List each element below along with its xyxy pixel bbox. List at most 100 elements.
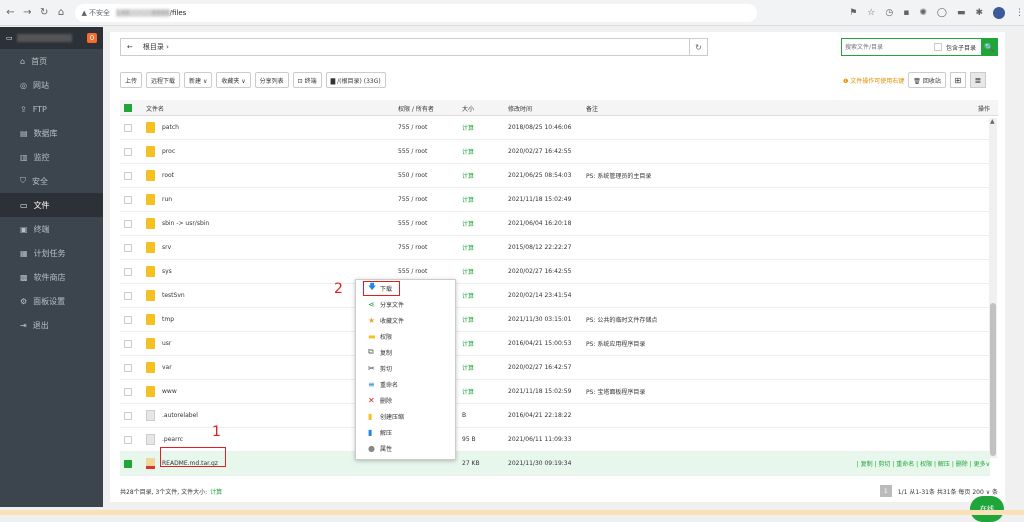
col-perm[interactable]: 权限 / 所有者: [398, 104, 434, 113]
sidebar-item[interactable]: ⛉ 安全: [0, 169, 103, 193]
sidebar-item[interactable]: ▦ 计划任务: [0, 241, 103, 265]
extension-icon[interactable]: ▪: [903, 8, 909, 18]
file-size[interactable]: 计算: [462, 332, 474, 355]
context-menu-item[interactable]: ⧉ 复制: [356, 344, 455, 360]
toolbar-button[interactable]: 分享列表: [254, 72, 289, 88]
scroll-up-icon[interactable]: ▲: [990, 118, 995, 125]
toolbar-button[interactable]: 新建 ∨: [184, 72, 213, 88]
file-name[interactable]: .autorelabel: [162, 404, 198, 427]
toolbar-button[interactable]: ⊡ 终端: [292, 72, 322, 88]
file-perm[interactable]: 550 / root: [398, 164, 427, 187]
context-menu-item[interactable]: ★ 收藏文件: [356, 312, 455, 328]
search-input[interactable]: [842, 39, 928, 55]
file-size[interactable]: 计算: [462, 380, 474, 403]
notification-badge[interactable]: 0: [87, 33, 97, 43]
row-checkbox[interactable]: [124, 195, 132, 204]
file-name[interactable]: tmp: [162, 308, 174, 331]
scrollbar-thumb[interactable]: [990, 303, 996, 456]
table-row[interactable]: .pearrc 95 B 2021/06/11 11:09:33: [120, 428, 990, 452]
table-row[interactable]: tmp 计算 2021/11/30 03:15:01 PS: 公共的临时文件存储…: [120, 308, 990, 332]
select-all-checkbox[interactable]: [124, 104, 132, 112]
col-mtime[interactable]: 修改时间: [508, 104, 532, 113]
forward-arrow-icon[interactable]: →: [21, 6, 34, 20]
table-row[interactable]: usr 计算 2016/04/21 15:00:53 PS: 系统应用程序目录: [120, 332, 990, 356]
context-menu-item[interactable]: ● 属性: [356, 440, 455, 456]
row-checkbox[interactable]: [124, 363, 132, 372]
online-service-button[interactable]: 在线: [970, 496, 1004, 522]
file-note[interactable]: PS: 公共的临时文件存储点: [586, 308, 657, 331]
breadcrumb[interactable]: 根目录 ›: [143, 42, 169, 52]
context-menu-item[interactable]: ▮ 解压: [356, 424, 455, 440]
file-size[interactable]: 计算: [462, 236, 474, 259]
file-size[interactable]: 95 B: [462, 428, 476, 451]
file-note[interactable]: PS: 系统应用程序目录: [586, 332, 645, 355]
back-arrow-icon[interactable]: ←: [127, 43, 133, 51]
context-menu-item[interactable]: ✕ 删除: [356, 392, 455, 408]
file-name[interactable]: testSvn: [162, 284, 185, 307]
file-name[interactable]: root: [162, 164, 174, 187]
recycle-bin-button[interactable]: 🗑 回收站: [908, 72, 946, 88]
file-name[interactable]: sys: [162, 260, 172, 283]
row-checkbox[interactable]: [124, 411, 132, 420]
calc-size-link[interactable]: 计算: [210, 487, 222, 496]
scrollbar[interactable]: ▲: [989, 118, 997, 458]
table-row[interactable]: srv 755 / root 计算 2015/08/12 22:22:27: [120, 236, 990, 260]
row-checkbox[interactable]: [124, 315, 132, 324]
file-name[interactable]: usr: [162, 332, 171, 355]
address-bar[interactable]: ▲ 不安全 148.··.··.··:8888 /files: [75, 3, 758, 22]
refresh-button[interactable]: ↻: [689, 39, 707, 55]
table-row[interactable]: patch 755 / root 计算 2018/08/25 10:46:06: [120, 116, 990, 140]
toolbar-button[interactable]: 上传: [120, 72, 143, 88]
file-size[interactable]: 计算: [462, 140, 474, 163]
sidebar-item[interactable]: ⇪ FTP: [0, 97, 103, 121]
file-name[interactable]: var: [162, 356, 172, 379]
table-row[interactable]: root 550 / root 计算 2021/06/25 08:54:03 P…: [120, 164, 990, 188]
row-checkbox[interactable]: [124, 291, 132, 300]
table-row[interactable]: proc 555 / root 计算 2020/02/27 16:42:55: [120, 140, 990, 164]
grid-view-icon[interactable]: ⊞: [949, 72, 966, 88]
sidebar-item[interactable]: ⇥ 退出: [0, 313, 103, 337]
file-size[interactable]: 计算: [462, 356, 474, 379]
file-size[interactable]: 计算: [462, 164, 474, 187]
row-checkbox[interactable]: [124, 123, 132, 132]
file-size[interactable]: 计算: [462, 188, 474, 211]
file-name[interactable]: run: [162, 188, 172, 211]
file-perm[interactable]: 755 / root: [398, 116, 427, 139]
table-row[interactable]: sbin -> usr/sbin 555 / root 计算 2021/06/0…: [120, 212, 990, 236]
page-current[interactable]: 1: [879, 485, 892, 497]
file-size[interactable]: 计算: [462, 308, 474, 331]
file-size[interactable]: 计算: [462, 116, 474, 139]
row-actions[interactable]: | 复制 | 剪切 | 重命名 | 权限 | 解压 | 删除 | 更多∨: [857, 452, 990, 475]
row-checkbox[interactable]: [124, 267, 132, 276]
file-perm[interactable]: 555 / root: [398, 212, 427, 235]
back-arrow-icon[interactable]: ←: [4, 6, 17, 20]
sidebar-item[interactable]: ▤ 数据库: [0, 121, 103, 145]
context-menu-item[interactable]: ⋖ 分享文件: [356, 296, 455, 312]
search-button[interactable]: 🔍: [981, 39, 997, 55]
context-menu-item[interactable]: ✂ 剪切: [356, 360, 455, 376]
row-checkbox[interactable]: [124, 243, 132, 252]
home-icon[interactable]: ⌂: [55, 6, 68, 20]
table-row[interactable]: sys 555 / root 计算 2020/02/27 16:42:55: [120, 260, 990, 284]
file-size[interactable]: B: [462, 404, 466, 427]
file-name[interactable]: patch: [162, 116, 179, 139]
file-perm[interactable]: 555 / root: [398, 140, 427, 163]
table-row[interactable]: run 755 / root 计算 2021/11/18 15:02:49: [120, 188, 990, 212]
sidebar-item[interactable]: ◎ 网站: [0, 73, 103, 97]
sidebar-item[interactable]: ▩ 软件商店: [0, 265, 103, 289]
sidebar-item[interactable]: ⌂ 首页: [0, 49, 103, 73]
table-row[interactable]: README.md.tar.gz 27 KB 2021/11/30 09:19:…: [120, 452, 990, 476]
list-view-icon[interactable]: ≣: [969, 72, 986, 88]
file-size[interactable]: 计算: [462, 260, 474, 283]
include-subdir-checkbox[interactable]: [934, 43, 942, 51]
file-name[interactable]: proc: [162, 140, 175, 163]
extension-icon[interactable]: ◯: [937, 8, 947, 18]
toolbar-button[interactable]: 远程下载: [146, 72, 181, 88]
sidebar-item[interactable]: ▣ 终端: [0, 217, 103, 241]
security-warning[interactable]: ▲ 不安全: [81, 8, 110, 18]
file-size[interactable]: 计算: [462, 284, 474, 307]
context-menu-item[interactable]: ▮ 创建压缩: [356, 408, 455, 424]
row-checkbox[interactable]: [124, 339, 132, 348]
file-size[interactable]: 计算: [462, 212, 474, 235]
table-row[interactable]: testSvn 计算 2020/02/14 23:41:54: [120, 284, 990, 308]
